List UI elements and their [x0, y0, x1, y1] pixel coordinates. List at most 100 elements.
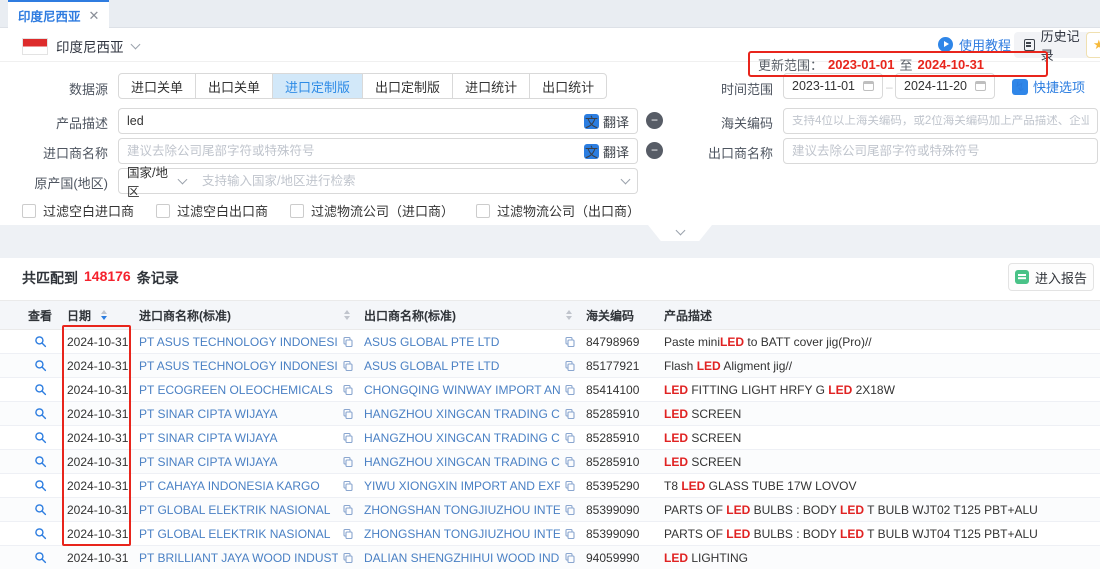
view-details-button[interactable] [34, 359, 47, 372]
filter-blank-importer[interactable]: 过滤空白进口商 [22, 201, 134, 220]
checkbox-icon[interactable] [22, 204, 36, 218]
importer-name[interactable]: PT ECOGREEN OLEOCHEMICALS [139, 383, 338, 397]
checkbox-icon[interactable] [476, 204, 490, 218]
exporter-name[interactable]: ZHONGSHAN TONGJIUZHOU INTERNA... [364, 527, 560, 541]
copy-icon[interactable] [342, 480, 354, 492]
importer-name[interactable]: PT ASUS TECHNOLOGY INDONESIA BA... [139, 335, 338, 349]
copy-icon[interactable] [342, 552, 354, 564]
favorite-button-partial[interactable]: ★ [1086, 32, 1100, 58]
exporter-name[interactable]: HANGZHOU XINGCAN TRADING CO LTD [364, 455, 560, 469]
exporter-input[interactable] [792, 144, 1089, 158]
copy-icon[interactable] [564, 504, 576, 516]
view-details-button[interactable] [34, 407, 47, 420]
copy-icon[interactable] [564, 456, 576, 468]
view-details-button[interactable] [34, 551, 47, 564]
copy-icon[interactable] [564, 408, 576, 420]
quick-options-link[interactable]: 快捷选项 [1012, 77, 1085, 96]
translate-icon [584, 144, 599, 159]
copy-icon[interactable] [342, 384, 354, 396]
translate-icon [584, 114, 599, 129]
copy-icon[interactable] [564, 552, 576, 564]
hs-code-input[interactable] [792, 115, 1089, 127]
filter-logistics-importer[interactable]: 过滤物流公司（进口商） [290, 201, 454, 220]
exporter-name[interactable]: HANGZHOU XINGCAN TRADING CO LTD [364, 407, 560, 421]
copy-icon[interactable] [564, 432, 576, 444]
importer-name[interactable]: PT SINAR CIPTA WIJAYA [139, 455, 338, 469]
copy-icon[interactable] [342, 504, 354, 516]
tab-import-stats[interactable]: 进口统计 [453, 74, 530, 98]
view-details-button[interactable] [34, 383, 47, 396]
sort-icon-exporter[interactable] [566, 310, 572, 320]
chevron-down-icon[interactable] [621, 174, 631, 184]
row-product-desc: T8 LED GLASS TUBE 17W LOVOV [660, 479, 1100, 493]
exporter-name[interactable]: CHONGQING WINWAY IMPORT AND E... [364, 383, 560, 397]
tab-export-declaration[interactable]: 出口关单 [196, 74, 273, 98]
copy-icon[interactable] [564, 336, 576, 348]
tab-import-custom[interactable]: 进口定制版 [273, 74, 363, 98]
view-details-button[interactable] [34, 479, 47, 492]
row-product-desc: LED FITTING LIGHT HRFY G LED 2X18W [660, 383, 1100, 397]
copy-icon[interactable] [342, 432, 354, 444]
hs-code-label: 海关编码 [681, 113, 773, 132]
start-date-input[interactable] [792, 79, 858, 93]
copy-icon[interactable] [342, 408, 354, 420]
importer-name[interactable]: PT CAHAYA INDONESIA KARGO [139, 479, 338, 493]
calendar-icon[interactable] [975, 81, 986, 91]
tab-export-custom[interactable]: 出口定制版 [363, 74, 453, 98]
importer-name[interactable]: PT SINAR CIPTA WIJAYA [139, 431, 338, 445]
importer-name[interactable]: PT BRILLIANT JAYA WOOD INDUSTRY [139, 551, 338, 565]
copy-icon[interactable] [342, 360, 354, 372]
exporter-name[interactable]: YIWU XIONGXIN IMPORT AND EXPORT... [364, 479, 560, 493]
sort-icon-date[interactable] [101, 310, 107, 320]
copy-icon[interactable] [564, 360, 576, 372]
importer-name[interactable]: PT GLOBAL ELEKTRIK NASIONAL [139, 527, 338, 541]
translate-button[interactable]: 翻译 [584, 112, 629, 131]
copy-icon[interactable] [342, 456, 354, 468]
exclude-icon[interactable] [646, 112, 663, 129]
exporter-name[interactable]: HANGZHOU XINGCAN TRADING CO LTD [364, 431, 560, 445]
checkbox-icon[interactable] [290, 204, 304, 218]
sort-icon-importer[interactable] [344, 310, 350, 320]
exporter-name[interactable]: ZHONGSHAN TONGJIUZHOU INTERNA... [364, 503, 560, 517]
view-details-button[interactable] [34, 335, 47, 348]
collapse-panel-handle[interactable] [648, 225, 712, 241]
tab-export-stats[interactable]: 出口统计 [530, 74, 606, 98]
view-details-button[interactable] [34, 527, 47, 540]
table-row: 2024-10-31 PT SINAR CIPTA WIJAYA HANGZHO… [0, 426, 1100, 450]
importer-input[interactable] [127, 144, 579, 158]
end-date-input[interactable] [904, 79, 970, 93]
translate-button[interactable]: 翻译 [584, 142, 629, 161]
copy-icon[interactable] [564, 480, 576, 492]
importer-name[interactable]: PT SINAR CIPTA WIJAYA [139, 407, 338, 421]
table-row: 2024-10-31 PT ECOGREEN OLEOCHEMICALS CHO… [0, 378, 1100, 402]
close-icon[interactable]: ✕ [89, 9, 100, 22]
enter-report-button[interactable]: 进入报告 [1008, 263, 1094, 291]
row-date: 2024-10-31 [67, 335, 128, 349]
tab-import-declaration[interactable]: 进口关单 [119, 74, 196, 98]
copy-icon[interactable] [342, 528, 354, 540]
checkbox-icon[interactable] [156, 204, 170, 218]
play-circle-icon [938, 37, 953, 52]
filter-logistics-exporter[interactable]: 过滤物流公司（出口商） [476, 201, 640, 220]
origin-type-select[interactable]: 国家/地区 [118, 168, 195, 194]
tab-indonesia[interactable]: 印度尼西亚 ✕ [8, 0, 109, 28]
calendar-icon[interactable] [863, 81, 874, 91]
copy-icon[interactable] [342, 336, 354, 348]
copy-icon[interactable] [564, 528, 576, 540]
importer-name[interactable]: PT GLOBAL ELEKTRIK NASIONAL [139, 503, 338, 517]
origin-input[interactable] [202, 174, 617, 188]
view-details-button[interactable] [34, 455, 47, 468]
exporter-name[interactable]: ASUS GLOBAL PTE LTD [364, 359, 560, 373]
quick-options-label: 快捷选项 [1033, 77, 1085, 96]
exporter-name[interactable]: DALIAN SHENGZHIHUI WOOD INDUST... [364, 551, 560, 565]
product-desc-input[interactable] [127, 114, 579, 128]
filter-blank-exporter[interactable]: 过滤空白出口商 [156, 201, 268, 220]
exporter-name[interactable]: ASUS GLOBAL PTE LTD [364, 335, 560, 349]
row-product-desc: LED SCREEN [660, 407, 1100, 421]
view-details-button[interactable] [34, 503, 47, 516]
view-details-button[interactable] [34, 431, 47, 444]
copy-icon[interactable] [564, 384, 576, 396]
exclude-icon[interactable] [646, 142, 663, 159]
country-selector[interactable]: 印度尼西亚 [22, 36, 139, 56]
importer-name[interactable]: PT ASUS TECHNOLOGY INDONESIA BA... [139, 359, 338, 373]
